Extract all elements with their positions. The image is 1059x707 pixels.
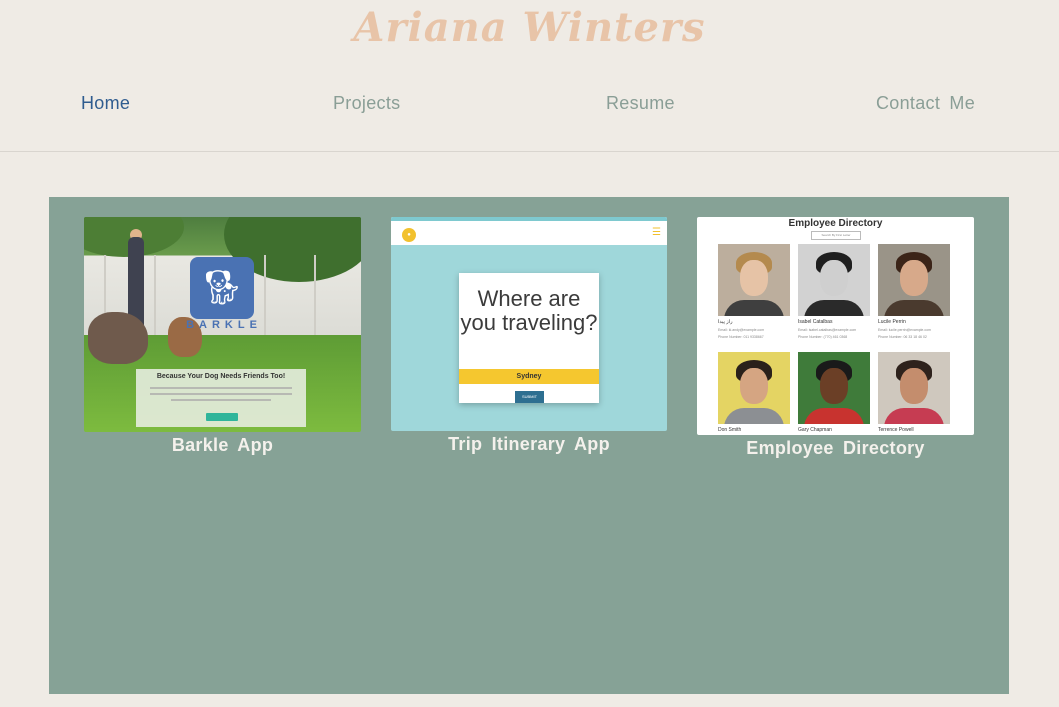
site-title: Ariana Winters: [353, 4, 706, 51]
project-card-employee-directory[interactable]: Employee Directory Search By First Lette…: [697, 217, 974, 462]
text-line: [150, 387, 292, 389]
project-card-barkle[interactable]: 🐕︎ BARKLE Because Your Dog Needs Friends…: [84, 217, 361, 457]
directory-search-input: Search By First Letter: [811, 231, 861, 240]
nav-projects-link[interactable]: Projects: [333, 86, 400, 120]
destination-input: Sydney: [459, 369, 599, 384]
nav-resume-link[interactable]: Resume: [606, 86, 675, 120]
trip-logo-icon: ●: [402, 228, 416, 242]
nav-contact-link[interactable]: Contact Me: [876, 86, 975, 120]
hamburger-menu-icon: ☰: [652, 227, 661, 238]
main-nav: Home Projects Resume Contact Me: [0, 86, 1059, 122]
employee-phone: Phone Number: (770) 461 0368: [798, 335, 848, 339]
employee-email: Email: ki.andy@example.com: [718, 328, 765, 332]
text-line: [150, 393, 292, 395]
barkle-thumbnail[interactable]: 🐕︎ BARKLE Because Your Dog Needs Friends…: [84, 217, 361, 432]
trip-form-card: Where are you traveling? Sydney SUBMIT: [459, 273, 599, 403]
employee-name: Terrence Powell: [878, 427, 914, 433]
project-label[interactable]: Trip Itinerary App: [391, 434, 667, 455]
fence-post: [314, 255, 316, 335]
directory-title: Employee Directory: [788, 218, 883, 229]
barkle-promo-box: Because Your Dog Needs Friends Too!: [136, 369, 306, 427]
employee-photo: [798, 244, 870, 316]
employee-card: Gary Chapman: [798, 352, 870, 433]
project-card-trip[interactable]: ● ☰ Where are you traveling? Sydney SUBM…: [391, 217, 667, 457]
employee-photo: [718, 244, 790, 316]
fence-post: [154, 255, 156, 335]
barkle-headline: Because Your Dog Needs Friends Too!: [156, 373, 286, 380]
submit-button: SUBMIT: [515, 391, 544, 403]
employee-card: Isabel Catalbas Email: isabel.catalbas@e…: [798, 244, 870, 339]
trip-thumbnail[interactable]: ● ☰ Where are you traveling? Sydney SUBM…: [391, 217, 667, 431]
project-label[interactable]: Barkle App: [84, 435, 361, 456]
text-line: [171, 399, 271, 401]
employee-photo: [878, 244, 950, 316]
employee-name: Lucile Perrin: [878, 319, 906, 325]
dog-logo-icon: 🐕︎: [190, 257, 254, 319]
projects-panel: 🐕︎ BARKLE Because Your Dog Needs Friends…: [49, 197, 1009, 694]
employee-name: Isabel Catalbas: [798, 319, 833, 325]
employee-photo: [718, 352, 790, 424]
project-label[interactable]: Employee Directory: [697, 438, 974, 459]
dog-figure: [88, 312, 148, 364]
employee-card: Lucile Perrin Email: lucile.perrin@examp…: [878, 244, 950, 339]
barkle-logo-word: BARKLE: [186, 319, 262, 331]
nav-home-link[interactable]: Home: [81, 86, 130, 120]
header-divider: [0, 151, 1059, 152]
employee-card: Don Smith: [718, 352, 790, 433]
employee-card: Terrence Powell: [878, 352, 950, 433]
employee-phone: Phone Number: 011 9338667: [718, 335, 764, 339]
employee-photo: [878, 352, 950, 424]
fence-post: [264, 255, 266, 335]
employee-directory-thumbnail[interactable]: Employee Directory Search By First Lette…: [697, 217, 974, 435]
trip-navbar: ● ☰: [391, 217, 667, 245]
employee-name: Gary Chapman: [798, 427, 832, 433]
employee-phone: Phone Number: 06 33 18 46 02: [878, 335, 927, 339]
signup-button: [206, 413, 238, 421]
employee-photo: [798, 352, 870, 424]
employee-card: راز پیدا Email: ki.andy@example.com Phon…: [718, 244, 790, 339]
employee-name: راز پیدا: [718, 319, 733, 325]
employee-email: Email: isabel.catalbas@example.com: [798, 328, 857, 332]
employee-email: Email: lucile.perrin@example.com: [878, 328, 931, 332]
employee-name: Don Smith: [718, 427, 742, 433]
trip-question: Where are you traveling?: [460, 286, 598, 335]
